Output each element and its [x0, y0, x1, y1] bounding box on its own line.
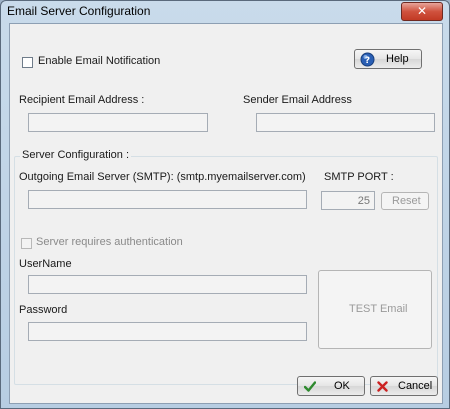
- smtp-port-label: SMTP PORT :: [324, 171, 394, 183]
- auth-required-label: Server requires authentication: [36, 236, 183, 248]
- cancel-button-label: Cancel: [398, 380, 433, 392]
- username-input[interactable]: [28, 275, 307, 294]
- recipient-email-input[interactable]: [28, 113, 208, 132]
- password-label: Password: [19, 304, 68, 316]
- test-email-button[interactable]: TEST Email: [318, 270, 432, 349]
- smtp-port-input[interactable]: [321, 191, 375, 210]
- enable-notification-label: Enable Email Notification: [38, 55, 161, 67]
- ok-button[interactable]: OK: [297, 376, 365, 396]
- cancel-button[interactable]: Cancel: [370, 376, 438, 396]
- cross-icon: [377, 381, 388, 392]
- auth-required-checkbox[interactable]: [21, 238, 32, 249]
- check-icon: [304, 381, 316, 392]
- help-icon: ?: [360, 52, 375, 67]
- username-label: UserName: [19, 258, 72, 270]
- test-email-button-label: TEST Email: [349, 303, 408, 315]
- sender-email-input[interactable]: [256, 113, 435, 132]
- server-config-group-label: Server Configuration :: [20, 149, 131, 161]
- reset-button-label: Reset: [392, 195, 421, 207]
- help-button-label: Help: [386, 53, 409, 65]
- email-server-config-window: Email Server Configuration ✕ Enable Emai…: [0, 0, 450, 409]
- recipient-label: Recipient Email Address :: [19, 94, 145, 106]
- help-button[interactable]: ? Help: [354, 49, 422, 69]
- svg-text:?: ?: [365, 56, 370, 66]
- smtp-server-label: Outgoing Email Server (SMTP): (smtp.myem…: [19, 171, 306, 183]
- enable-notification-checkbox[interactable]: [22, 57, 33, 68]
- window-title: Email Server Configuration: [7, 4, 151, 18]
- password-input[interactable]: [28, 322, 307, 341]
- smtp-server-input[interactable]: [28, 190, 307, 209]
- sender-label: Sender Email Address: [243, 94, 352, 106]
- close-icon: ✕: [416, 4, 428, 18]
- reset-button[interactable]: Reset: [381, 192, 429, 210]
- close-button[interactable]: ✕: [401, 2, 443, 21]
- dialog-content: Enable Email Notification ? Help Recipie…: [9, 23, 443, 404]
- title-bar[interactable]: Email Server Configuration ✕: [1, 1, 449, 22]
- ok-button-label: OK: [334, 380, 350, 392]
